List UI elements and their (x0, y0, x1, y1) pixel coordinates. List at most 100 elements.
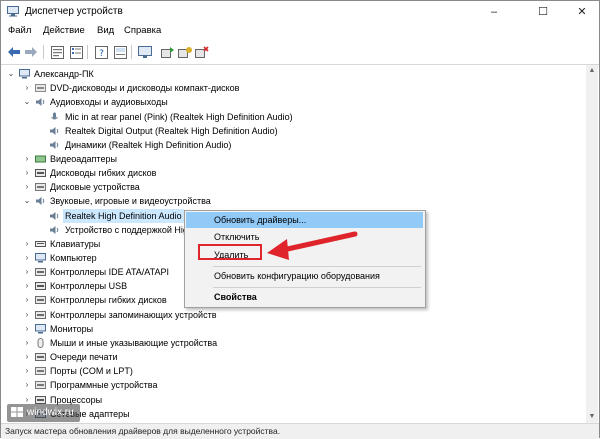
tree-item-label: Порты (COM и LPT) (50, 364, 133, 378)
toolbar-separator (131, 45, 132, 59)
tree-item[interactable]: ⌄Аудиовходы и аудиовыходы (23, 95, 543, 109)
minimize-button[interactable]: – (479, 3, 509, 21)
back-icon[interactable] (6, 44, 22, 60)
expand-chevron-icon[interactable]: › (23, 322, 31, 336)
tree-item[interactable]: ›Очереди печати (23, 350, 543, 364)
toolbar-separator (87, 45, 88, 59)
cpu-icon (35, 395, 46, 405)
menu-view[interactable]: Вид (97, 25, 114, 36)
tree-root-label: Александр-ПК (34, 67, 94, 81)
menu-item-label: Обновить конфигурацию оборудования (214, 268, 380, 284)
menu-help[interactable]: Справка (124, 25, 161, 36)
device-manager-app-icon (7, 6, 19, 17)
menu-item-scan-hardware[interactable]: Обновить конфигурацию оборудования (186, 268, 423, 284)
status-text: Запуск мастера обновления драйверов для … (5, 426, 280, 436)
tree-item-label: Контроллеры USB (50, 279, 127, 293)
speaker-icon (49, 140, 60, 150)
expand-chevron-icon[interactable]: › (23, 180, 31, 194)
tree-item[interactable]: › Мониторы (23, 322, 543, 336)
monitor-icon (35, 324, 46, 334)
tree-item[interactable]: › DVD-дисководы и дисководы компакт-диско… (23, 81, 543, 95)
tree-item[interactable]: › Дисководы гибких дисков (23, 166, 543, 180)
speaker-icon (49, 211, 60, 221)
display-adapter-icon (35, 154, 46, 164)
tree-item-label: Клавиатуры (50, 237, 100, 251)
update-driver-icon[interactable] (160, 44, 176, 60)
menu-action[interactable]: Действие (43, 25, 85, 36)
tree-item-label: Контроллеры запоминающих устройств (50, 308, 216, 322)
disk-icon (35, 182, 46, 192)
device-manager-window: Диспетчер устройств – ☐ ✕ Файл Действие … (0, 0, 600, 438)
tree-item[interactable]: › Программные устройства (23, 378, 543, 392)
menu-item-update-drivers[interactable]: Обновить драйверы... (186, 212, 423, 228)
tree-item[interactable]: Динамики (Realtek High Definition Audio) (47, 138, 567, 152)
tree-item[interactable]: ›Сетевые адаптеры (23, 407, 543, 421)
tree-item[interactable]: › Мыши и иные указывающие устройства (23, 336, 543, 350)
tree-item-label: Дисководы гибких дисков (50, 166, 156, 180)
collapse-chevron-icon[interactable]: ⌄ (23, 194, 31, 208)
expand-chevron-icon[interactable]: › (23, 81, 31, 95)
expand-chevron-icon[interactable]: › (23, 251, 31, 265)
tree-item-label: Контроллеры IDE ATA/ATAPI (50, 265, 169, 279)
collapse-chevron-icon[interactable]: ⌄ (23, 95, 31, 109)
tree-item-label: DVD-дисководы и дисководы компакт-дисков (50, 81, 239, 95)
usb-icon (35, 281, 46, 291)
controller-icon (35, 267, 46, 277)
maximize-button[interactable]: ☐ (528, 3, 558, 21)
expand-chevron-icon[interactable]: › (23, 308, 31, 322)
tree-root[interactable]: ⌄ Александр-ПК (7, 67, 307, 81)
tree-item[interactable]: ⌄ Звуковые, игровые и видеоустройства (23, 194, 543, 208)
expand-chevron-icon[interactable]: › (23, 293, 31, 307)
collapse-chevron-icon[interactable]: ⌄ (7, 67, 15, 81)
tree-item-label: Мыши и иные указывающие устройства (50, 336, 217, 350)
tree-item-label: Компьютер (50, 251, 97, 265)
sound-icon (35, 196, 46, 206)
annotation-highlight-box (198, 244, 262, 260)
mic-icon (49, 112, 60, 122)
expand-chevron-icon[interactable]: › (23, 166, 31, 180)
scroll-down-arrow-icon[interactable]: ▼ (586, 411, 598, 423)
properties-icon[interactable] (49, 44, 65, 60)
expand-chevron-icon[interactable]: › (23, 350, 31, 364)
help-icon[interactable]: ? (93, 44, 109, 60)
tree-item[interactable]: › Видеоадаптеры (23, 152, 543, 166)
expand-chevron-icon[interactable]: › (23, 364, 31, 378)
disable-icon[interactable] (177, 44, 193, 60)
monitor-icon[interactable] (137, 44, 153, 60)
expand-chevron-icon[interactable]: › (23, 152, 31, 166)
list-icon[interactable] (68, 44, 84, 60)
tree-item-label: Видеоадаптеры (50, 152, 117, 166)
menu-item-properties[interactable]: Свойства (186, 289, 423, 305)
scroll-up-arrow-icon[interactable]: ▲ (586, 65, 598, 77)
tree-item[interactable]: › Дисковые устройства (23, 180, 543, 194)
mouse-icon (35, 338, 46, 348)
toolbar: ? (1, 40, 599, 65)
tree-item[interactable]: › Контроллеры запоминающих устройств (23, 308, 543, 322)
tree-item[interactable]: Realtek Digital Output (Realtek High Def… (47, 124, 567, 138)
tree-item[interactable]: Mic in at rear panel (Pink) (Realtek Hig… (47, 110, 567, 124)
vertical-scrollbar[interactable]: ▲ ▼ (586, 65, 598, 423)
details-icon[interactable] (112, 44, 128, 60)
close-button[interactable]: ✕ (567, 3, 597, 21)
tree-item-label: Дисковые устройства (50, 180, 140, 194)
tree-item-label: Контроллеры гибких дисков (50, 293, 167, 307)
floppy-icon (35, 168, 46, 178)
tree-item-label: Программные устройства (50, 378, 157, 392)
printer-icon (35, 352, 46, 362)
tree-item[interactable]: › Порты (COM и LPT) (23, 364, 543, 378)
expand-chevron-icon[interactable]: › (23, 237, 31, 251)
expand-chevron-icon[interactable]: › (23, 265, 31, 279)
expand-chevron-icon[interactable]: › (23, 279, 31, 293)
expand-chevron-icon[interactable]: › (23, 336, 31, 350)
expand-chevron-icon[interactable]: › (23, 378, 31, 392)
tree-item-label: Звуковые, игровые и видеоустройства (50, 194, 211, 208)
tree-item[interactable]: ›Процессоры (23, 393, 543, 407)
forward-icon[interactable] (23, 44, 39, 60)
tree-item-label: Mic in at rear panel (Pink) (Realtek Hig… (65, 110, 293, 124)
menu-item-label: Свойства (214, 289, 257, 305)
menu-file[interactable]: Файл (8, 25, 31, 36)
uninstall-icon[interactable] (194, 44, 210, 60)
svg-text:?: ? (99, 49, 104, 59)
watermark-text: windwix.ru (27, 407, 74, 418)
tree-item-label: Мониторы (50, 322, 93, 336)
